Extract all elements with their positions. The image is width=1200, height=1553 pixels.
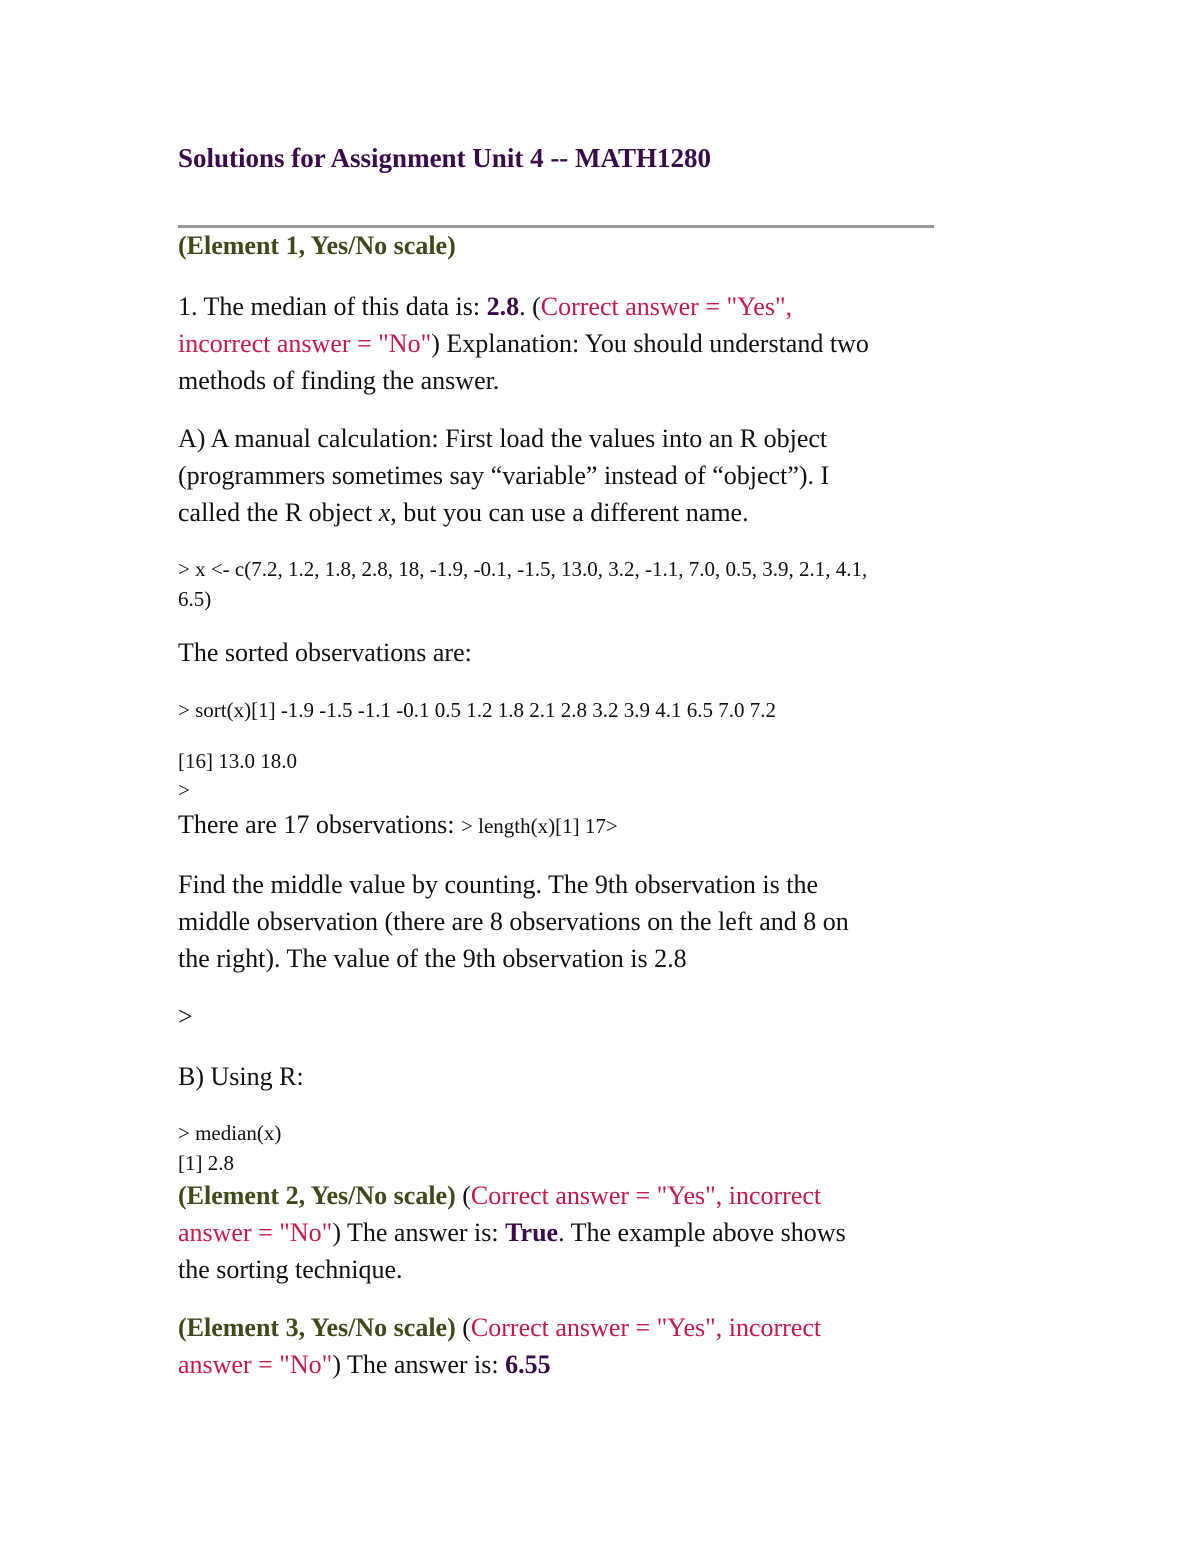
part-a-text: , but you can use a different name. (390, 498, 749, 527)
scoring-note: answer = "No" (178, 1218, 333, 1247)
part-a-text: called the R object (178, 498, 379, 527)
scoring-note: Correct answer = "Yes", incorrect (470, 1181, 822, 1210)
middle-line-1: Find the middle value by counting. The 9… (178, 870, 819, 899)
answer-label: ) The answer is: (332, 1350, 506, 1379)
element-3-line-2: answer = "No") The answer is: 6.55 (178, 1346, 551, 1383)
answer-label: ) The answer is: (332, 1218, 506, 1247)
sort-output-line-2: [16] 13.0 18.0 (178, 749, 297, 773)
middle-line-3: the right). The value of the 9th observa… (178, 944, 687, 973)
sort-output-line-1: > sort(x)[1] -1.9 -1.5 -1.1 -0.1 0.5 1.2… (178, 698, 777, 722)
part-a-line-3: called the R object x, but you can use a… (178, 494, 749, 531)
element-2-line-2: answer = "No") The answer is: True. The … (178, 1214, 846, 1251)
question-1-prefix: 1. The median of this data is: (178, 292, 487, 321)
punct: ( (455, 1181, 471, 1210)
question-1-line-3: methods of finding the answer. (178, 366, 500, 395)
punct: ( (455, 1313, 471, 1342)
count-text: There are 17 observations: (178, 810, 462, 839)
middle-line-2: middle observation (there are 8 observat… (178, 907, 849, 936)
element-3-line-1: (Element 3, Yes/No scale) (Correct answe… (178, 1309, 821, 1346)
sorted-intro: The sorted observations are: (178, 638, 472, 667)
observation-count: There are 17 observations: > length(x)[1… (178, 806, 618, 845)
horizontal-rule (178, 225, 934, 228)
question-1-answer: 2.8 (486, 292, 520, 321)
r-prompt: > (178, 1002, 193, 1031)
scoring-note: incorrect answer = "No" (178, 329, 432, 358)
explanation-text: ) Explanation: You should understand two (431, 329, 869, 358)
scoring-note: Correct answer = "Yes", (540, 292, 793, 321)
code-assign-line-2: 6.5) (178, 587, 212, 611)
median-output: [1] 2.8 (178, 1151, 234, 1175)
element-2-answer: True (505, 1218, 559, 1247)
element-3-heading: (Element 3, Yes/No scale) (178, 1313, 456, 1342)
scoring-note: Correct answer = "Yes", incorrect (470, 1313, 822, 1342)
punct: . ( (519, 292, 541, 321)
part-a-line-2: (programmers sometimes say “variable” in… (178, 461, 830, 490)
explanation-text: . The example above shows (558, 1218, 846, 1247)
element-1-heading: (Element 1, Yes/No scale) (178, 231, 456, 260)
question-1-line-2: incorrect answer = "No") Explanation: Yo… (178, 325, 869, 362)
count-code: > length(x)[1] 17> (461, 814, 618, 838)
question-1-line-1: 1. The median of this data is: 2.8. (Cor… (178, 288, 792, 325)
r-prompt: > (178, 778, 190, 802)
median-command: > median(x) (178, 1121, 282, 1145)
part-a-line-1: A) A manual calculation: First load the … (178, 424, 828, 453)
part-b-heading: B) Using R: (178, 1062, 304, 1091)
element-2-heading: (Element 2, Yes/No scale) (178, 1181, 456, 1210)
code-assign-line-1: > x <- c(7.2, 1.2, 1.8, 2.8, 18, -1.9, -… (178, 557, 868, 581)
element-2-line-1: (Element 2, Yes/No scale) (Correct answe… (178, 1177, 821, 1214)
element-3-answer: 6.55 (505, 1350, 551, 1379)
element-2-line-3: the sorting technique. (178, 1255, 403, 1284)
document-title: Solutions for Assignment Unit 4 -- MATH1… (178, 143, 712, 173)
scoring-note: answer = "No" (178, 1350, 333, 1379)
variable-name: x (378, 498, 391, 527)
